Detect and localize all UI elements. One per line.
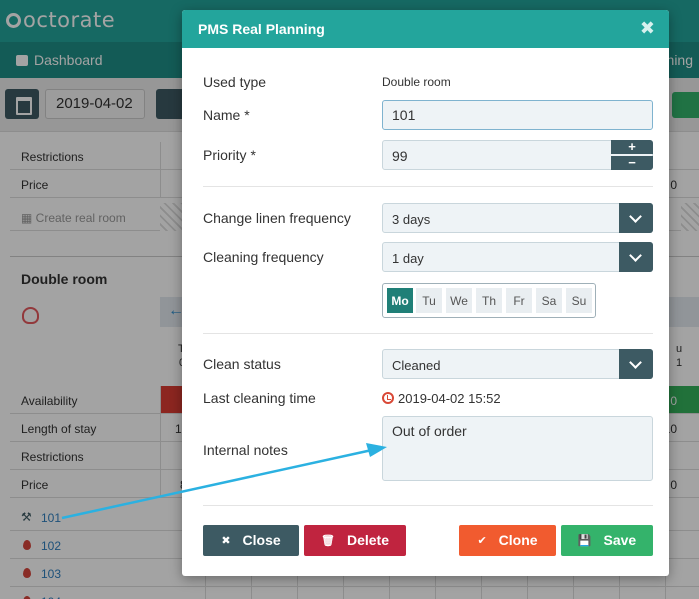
clean-status-label: Clean status <box>203 356 281 372</box>
clean-status-select[interactable]: Cleaned <box>382 349 653 379</box>
close-icon: ✖ <box>221 535 231 547</box>
day-toggle-fr[interactable]: Fr <box>505 287 533 314</box>
divider <box>203 186 653 187</box>
change-linen-select[interactable]: 3 days <box>382 203 653 233</box>
trash-icon: 🗑 <box>321 535 335 547</box>
modal-close-icon[interactable]: ✖ <box>640 18 655 39</box>
chevron-down-icon[interactable] <box>619 203 653 233</box>
day-toggle-we[interactable]: We <box>445 287 473 314</box>
floppy-disk-icon: 💾 <box>577 535 592 547</box>
modal-title: PMS Real Planning <box>198 21 325 37</box>
decrement-button[interactable]: − <box>611 156 653 170</box>
weekday-selector: Mo Tu We Th Fr Sa Su <box>382 283 596 318</box>
used-type-value: Double room <box>382 75 451 89</box>
delete-button[interactable]: 🗑 Delete <box>304 525 406 556</box>
modal-header: PMS Real Planning ✖ <box>182 10 669 48</box>
clock-icon <box>382 392 394 404</box>
chevron-icon: ✔ <box>477 535 487 547</box>
priority-input[interactable]: 99 + − <box>382 140 653 170</box>
save-button[interactable]: 💾 Save <box>561 525 653 556</box>
day-toggle-su[interactable]: Su <box>565 287 593 314</box>
chevron-down-icon[interactable] <box>619 349 653 379</box>
internal-notes-textarea[interactable]: Out of order <box>382 416 653 481</box>
change-linen-label: Change linen frequency <box>203 210 351 226</box>
priority-stepper[interactable]: + − <box>611 140 653 170</box>
last-cleaning-label: Last cleaning time <box>203 390 316 406</box>
chevron-down-icon[interactable] <box>619 242 653 272</box>
last-cleaning-value: 2019-04-02 15:52 <box>398 391 501 406</box>
day-toggle-sa[interactable]: Sa <box>535 287 563 314</box>
pms-real-planning-modal: PMS Real Planning ✖ Used type Double roo… <box>182 10 669 576</box>
day-toggle-mo[interactable]: Mo <box>386 287 414 314</box>
internal-notes-label: Internal notes <box>203 442 288 458</box>
priority-label: Priority * <box>203 147 256 163</box>
close-button[interactable]: ✖ Close <box>203 525 299 556</box>
day-toggle-th[interactable]: Th <box>475 287 503 314</box>
increment-button[interactable]: + <box>611 140 653 154</box>
clone-button[interactable]: ✔ Clone <box>459 525 556 556</box>
name-input[interactable] <box>382 100 653 130</box>
name-label: Name * <box>203 107 250 123</box>
divider <box>203 505 653 506</box>
used-type-label: Used type <box>203 74 267 90</box>
cleaning-frequency-select[interactable]: 1 day <box>382 242 653 272</box>
cleaning-frequency-label: Cleaning frequency <box>203 249 324 265</box>
divider <box>203 333 653 334</box>
day-toggle-tu[interactable]: Tu <box>415 287 443 314</box>
